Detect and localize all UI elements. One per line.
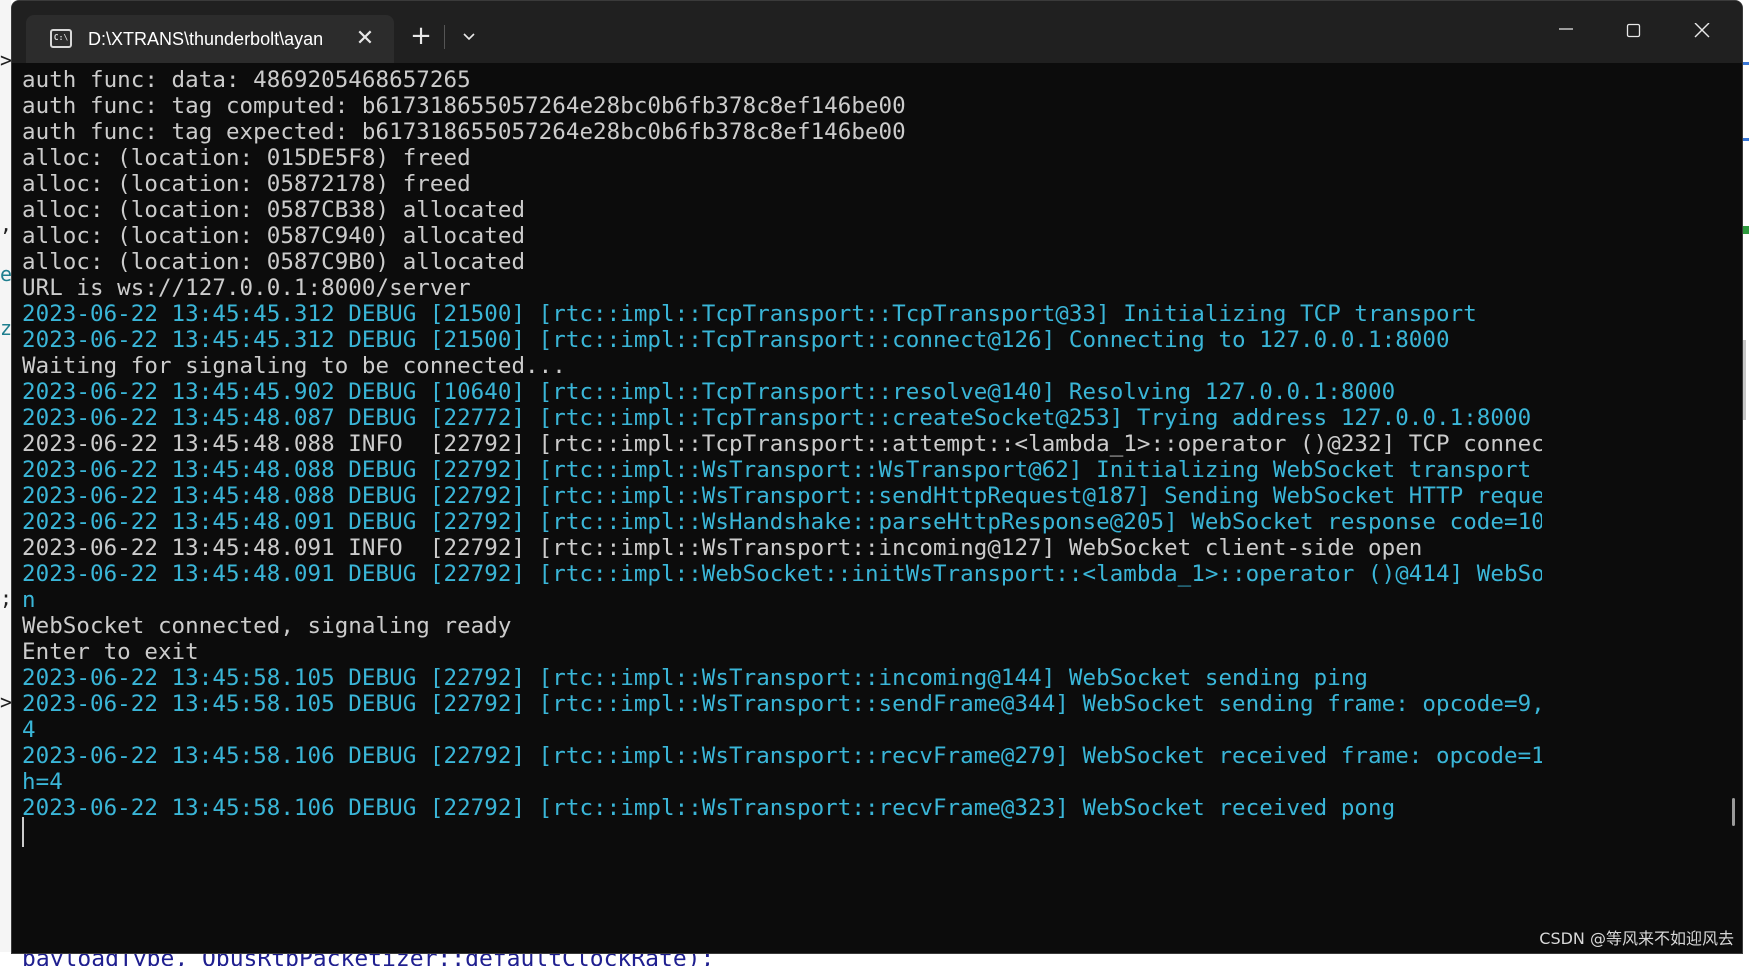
tab-divider xyxy=(444,25,445,49)
new-tab-button[interactable]: + xyxy=(401,19,441,55)
terminal-line: Waiting for signaling to be connected... xyxy=(22,353,566,379)
title-bar[interactable]: C:\ D:\XTRANS\thunderbolt\ayan ✕ + xyxy=(12,1,1742,63)
scrollbar-thumb[interactable] xyxy=(1732,798,1735,826)
minimize-icon xyxy=(1559,28,1573,30)
terminal-line: 2023-06-22 13:45:48.087 DEBUG [22772] [r… xyxy=(22,405,1532,431)
terminal-line: alloc: (location: 0587C940) allocated xyxy=(22,223,526,249)
terminal-line: auth func: tag expected: b61731865505726… xyxy=(22,119,906,145)
minimize-button[interactable] xyxy=(1532,1,1600,63)
terminal-line: auth func: data: 4869205468657265 xyxy=(22,67,471,93)
terminal-lines: auth func: data: 4869205468657265 auth fu… xyxy=(22,67,1542,821)
tab-dropdown-button[interactable] xyxy=(449,19,489,55)
terminal-window: C:\ D:\XTRANS\thunderbolt\ayan ✕ + auth … xyxy=(11,0,1743,954)
terminal-line: 2023-06-22 13:45:45.902 DEBUG [10640] [r… xyxy=(22,379,1396,405)
terminal-line: 2023-06-22 13:45:45.312 DEBUG [21500] [r… xyxy=(22,301,1477,327)
maximize-icon xyxy=(1626,23,1641,38)
terminal-line: alloc: (location: 0587C9B0) allocated xyxy=(22,249,526,275)
background-editor-bottom-edge: payloadType, OpusRtpPacketizer::defaultC… xyxy=(0,952,1752,966)
tab-title: D:\XTRANS\thunderbolt\ayan xyxy=(88,29,324,49)
terminal-line: URL is ws://127.0.0.1:8000/server xyxy=(22,275,471,301)
terminal-line: 2023-06-22 13:45:45.312 DEBUG [21500] [r… xyxy=(22,327,1450,353)
terminal-line: 4 xyxy=(22,717,36,743)
terminal-line: 2023-06-22 13:45:58.106 DEBUG [22792] [r… xyxy=(22,743,1542,769)
maximize-button[interactable] xyxy=(1600,1,1668,63)
cmd-icon: C:\ xyxy=(50,29,72,48)
terminal-output[interactable]: auth func: data: 4869205468657265 auth fu… xyxy=(12,63,1742,953)
editor-minimap-marker xyxy=(1743,226,1749,234)
terminal-line: 2023-06-22 13:45:48.091 DEBUG [22792] [r… xyxy=(22,509,1542,535)
plus-icon: + xyxy=(410,21,432,51)
editor-code-line: payloadType, OpusRtpPacketizer::defaultC… xyxy=(22,952,715,966)
terminal-line: 2023-06-22 13:45:58.105 DEBUG [22792] [r… xyxy=(22,665,1369,691)
terminal-line: alloc: (location: 0587CB38) allocated xyxy=(22,197,526,223)
text-cursor xyxy=(22,817,24,847)
terminal-line: 2023-06-22 13:45:58.105 DEBUG [22792] [r… xyxy=(22,691,1542,717)
watermark: CSDN @等风来不如迎风去 xyxy=(1539,929,1734,948)
terminal-line: WebSocket connected, signaling ready xyxy=(22,613,512,639)
terminal-line: 2023-06-22 13:45:48.091 DEBUG [22792] [r… xyxy=(22,561,1542,587)
terminal-line: alloc: (location: 05872178) freed xyxy=(22,171,471,197)
editor-scrollbar[interactable] xyxy=(1743,340,1746,420)
terminal-line: 2023-06-22 13:45:58.106 DEBUG [22792] [r… xyxy=(22,795,1396,821)
tab-terminal[interactable]: C:\ D:\XTRANS\thunderbolt\ayan ✕ xyxy=(26,15,394,63)
close-window-button[interactable] xyxy=(1668,1,1736,63)
editor-minimap-marker xyxy=(1743,138,1749,141)
terminal-line: 2023-06-22 13:45:48.088 DEBUG [22792] [r… xyxy=(22,483,1542,509)
close-tab-button[interactable]: ✕ xyxy=(352,27,378,53)
terminal-line: Enter to exit xyxy=(22,639,199,665)
terminal-scrollbar[interactable] xyxy=(1728,63,1740,953)
editor-minimap-marker xyxy=(1743,62,1749,65)
desktop: > , e z ; > payloadType, OpusRtpPacketiz… xyxy=(0,0,1752,966)
terminal-line: h=4 xyxy=(22,769,63,795)
close-icon: ✕ xyxy=(355,26,375,51)
close-icon xyxy=(1694,23,1710,38)
background-editor-left-edge: > , e z ; > xyxy=(0,0,12,966)
chevron-down-icon xyxy=(463,33,475,41)
terminal-line: auth func: tag computed: b61731865505726… xyxy=(22,93,906,119)
terminal-line: 2023-06-22 13:45:48.088 INFO [22792] [rt… xyxy=(22,431,1542,457)
terminal-line: 2023-06-22 13:45:48.091 INFO [22792] [rt… xyxy=(22,535,1423,561)
terminal-line: 2023-06-22 13:45:48.088 DEBUG [22792] [r… xyxy=(22,457,1532,483)
terminal-line: n xyxy=(22,587,36,613)
terminal-line: alloc: (location: 015DE5F8) freed xyxy=(22,145,471,171)
